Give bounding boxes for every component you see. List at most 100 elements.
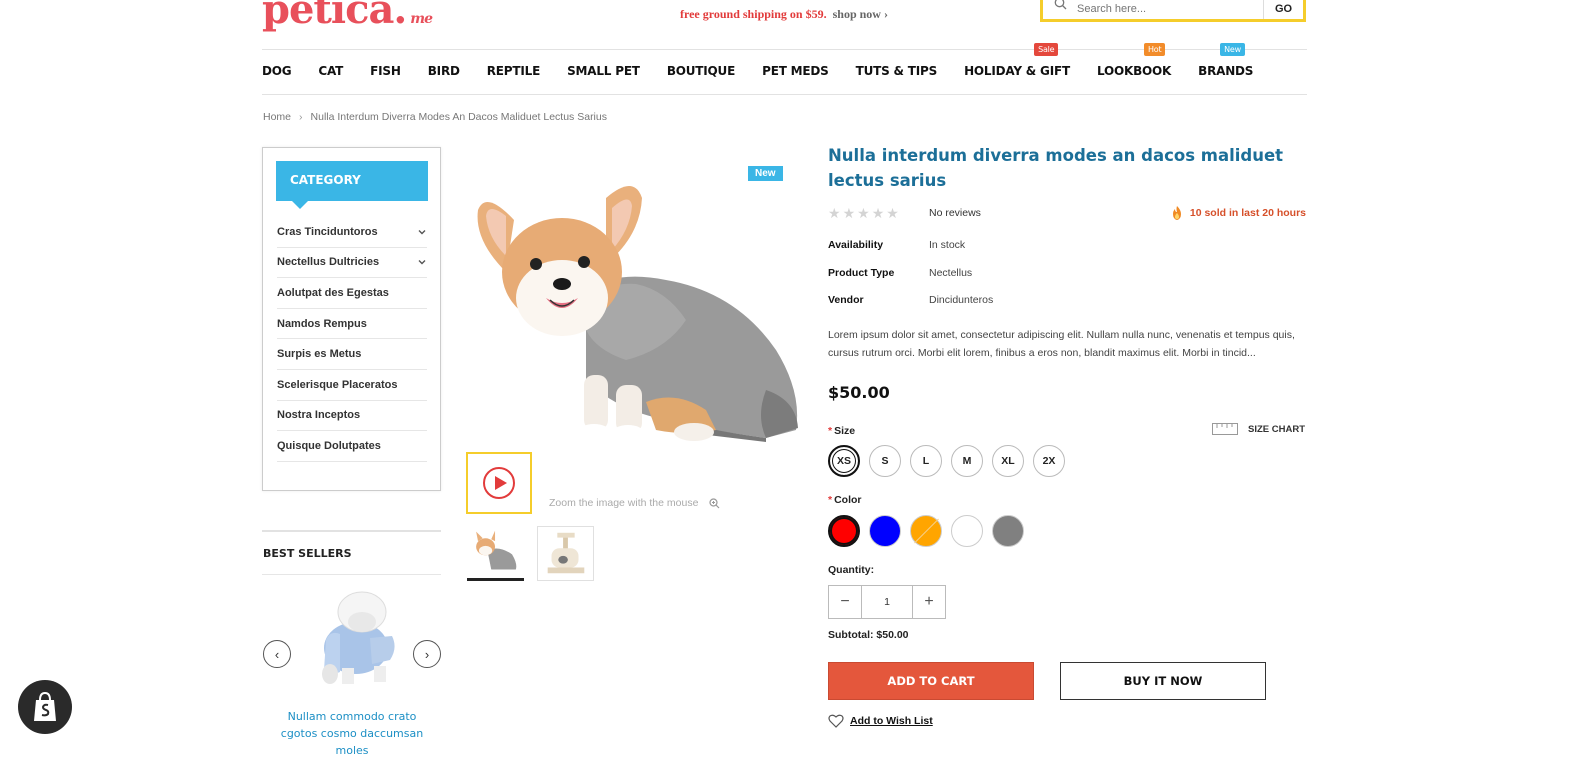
size-option-m[interactable]: M <box>951 445 983 477</box>
logo-text: petica. <box>262 0 407 33</box>
reviews-count: No reviews <box>929 207 981 219</box>
size-chart-link[interactable]: SIZE CHART <box>1212 423 1305 435</box>
search-input[interactable] <box>1077 0 1263 19</box>
nav-item-brands[interactable]: BRANDS New <box>1198 43 1254 78</box>
rating-stars[interactable]: ★ ★ ★ ★ ★ <box>828 206 899 220</box>
category-item[interactable]: Scelerisque Placeratos <box>277 370 427 401</box>
nav-item-cat[interactable]: CAT <box>318 64 343 78</box>
nav-item-small-pet[interactable]: SMALL PET <box>567 64 640 78</box>
color-label-text: Color <box>834 494 862 506</box>
new-badge: New <box>1220 43 1245 56</box>
nav-item-dog[interactable]: DOG <box>262 64 292 78</box>
category-item[interactable]: Surpis es Metus <box>277 339 427 370</box>
product-thumbnail-1[interactable] <box>467 526 524 581</box>
nav-item-pet-meds[interactable]: PET MEDS <box>762 64 829 78</box>
sale-badge: Sale <box>1034 43 1059 56</box>
hot-badge: Hot <box>1143 43 1166 56</box>
nav-item-tuts-tips[interactable]: TUTS & TIPS <box>856 64 938 78</box>
best-seller-image[interactable] <box>300 590 404 690</box>
nav-item-boutique[interactable]: BOUTIQUE <box>667 64 735 78</box>
star-icon: ★ <box>842 205 856 221</box>
category-item[interactable]: Namdos Rempus <box>277 309 427 340</box>
nav-item-holiday-gift[interactable]: HOLIDAY & GIFT Sale <box>964 43 1070 78</box>
category-label: Nectellus Dultricies <box>277 256 380 269</box>
nav-item-bird[interactable]: BIRD <box>428 64 460 78</box>
color-swatch-white[interactable] <box>951 515 983 547</box>
size-option-xs[interactable]: XS <box>828 445 860 477</box>
size-option-2x[interactable]: 2X <box>1033 445 1065 477</box>
product-main-image[interactable] <box>466 180 806 445</box>
chevron-right-icon: › <box>299 111 303 123</box>
best-seller-name[interactable]: Nullam commodo crato cgotos cosmo daccum… <box>276 708 428 758</box>
category-label: Aolutpat des Egestas <box>277 286 389 299</box>
quantity-input[interactable] <box>861 586 913 618</box>
best-sellers-divider <box>262 530 441 532</box>
star-icon: ★ <box>886 205 899 221</box>
heart-icon <box>828 714 844 728</box>
category-label: Quisque Dolutpates <box>277 439 381 452</box>
video-thumbnail[interactable] <box>466 452 532 514</box>
add-to-cart-button[interactable]: ADD TO CART <box>828 662 1034 700</box>
category-item[interactable]: Cras Tinciduntoros <box>277 217 427 248</box>
nav-item-label: LOOKBOOK <box>1096 64 1172 78</box>
required-marker: * <box>828 425 833 437</box>
star-icon: ★ <box>828 205 841 221</box>
color-swatch-gray[interactable] <box>992 515 1024 547</box>
nav-item-label: HOLIDAY & GIFT <box>964 64 1070 78</box>
search-go-button[interactable]: GO <box>1263 0 1303 19</box>
category-label: Cras Tinciduntoros <box>277 225 378 238</box>
nav-item-fish[interactable]: FISH <box>370 64 401 78</box>
size-option-xl[interactable]: XL <box>992 445 1024 477</box>
zoom-hint-text: Zoom the image with the mouse <box>549 497 699 509</box>
size-options: XS S L M XL 2X <box>828 445 1065 477</box>
product-price: $50.00 <box>828 383 890 402</box>
quantity-label: Quantity: <box>828 564 875 576</box>
nav-item-reptile[interactable]: REPTILE <box>487 64 541 78</box>
category-item[interactable]: Nostra Inceptos <box>277 401 427 432</box>
color-swatch-red[interactable] <box>828 515 860 547</box>
size-option-s[interactable]: S <box>869 445 901 477</box>
category-item[interactable]: Quisque Dolutpates <box>277 431 427 462</box>
search-bar: GO <box>1040 0 1306 22</box>
category-item[interactable]: Nectellus Dultricies <box>277 248 427 279</box>
logo[interactable]: petica. me <box>262 0 433 33</box>
quantity-increase-button[interactable]: + <box>913 586 945 618</box>
color-swatch-orange[interactable] <box>910 515 942 547</box>
logo-suffix: me <box>410 11 433 27</box>
promo-shop-link[interactable]: shop now › <box>833 7 888 21</box>
quantity-stepper: − + <box>828 585 946 619</box>
required-marker: * <box>828 494 833 506</box>
chevron-down-icon[interactable] <box>417 257 427 267</box>
breadcrumb-home[interactable]: Home <box>263 111 291 123</box>
fire-icon <box>1172 206 1181 220</box>
subtotal: Subtotal: $50.00 <box>828 629 909 641</box>
nav-item-label: BRANDS <box>1198 64 1254 78</box>
promo-banner-top <box>620 0 950 1</box>
category-label: Scelerisque Placeratos <box>277 378 398 391</box>
category-title: CATEGORY <box>276 161 428 209</box>
shopify-badge[interactable] <box>18 680 72 734</box>
category-item[interactable]: Aolutpat des Egestas <box>277 278 427 309</box>
zoom-hint: Zoom the image with the mouse <box>549 497 720 509</box>
availability-label: Availability <box>828 239 884 251</box>
search-icon <box>1043 0 1077 19</box>
color-swatch-blue[interactable] <box>869 515 901 547</box>
zoom-in-icon <box>709 498 720 509</box>
product-type-value[interactable]: Nectellus <box>929 267 972 279</box>
carousel-next-button[interactable]: › <box>413 640 441 668</box>
minus-icon: − <box>840 593 850 610</box>
nav-item-lookbook[interactable]: LOOKBOOK Hot <box>1096 43 1172 78</box>
plus-icon: + <box>924 593 934 610</box>
category-list: Cras Tinciduntoros Nectellus Dultricies … <box>277 217 427 462</box>
vendor-value[interactable]: Dincidunteros <box>929 294 993 306</box>
chevron-down-icon[interactable] <box>417 227 427 237</box>
vendor-label: Vendor <box>828 294 864 306</box>
breadcrumb: Home › Nulla Interdum Diverra Modes An Dac… <box>263 111 607 123</box>
add-to-wishlist-link[interactable]: Add to Wish List <box>828 714 933 728</box>
product-thumbnail-2[interactable] <box>537 526 594 581</box>
size-option-l[interactable]: L <box>910 445 942 477</box>
star-icon: ★ <box>857 205 870 221</box>
quantity-decrease-button[interactable]: − <box>829 586 861 618</box>
buy-now-button[interactable]: BUY IT NOW <box>1060 662 1266 700</box>
carousel-prev-button[interactable]: ‹ <box>263 640 291 668</box>
